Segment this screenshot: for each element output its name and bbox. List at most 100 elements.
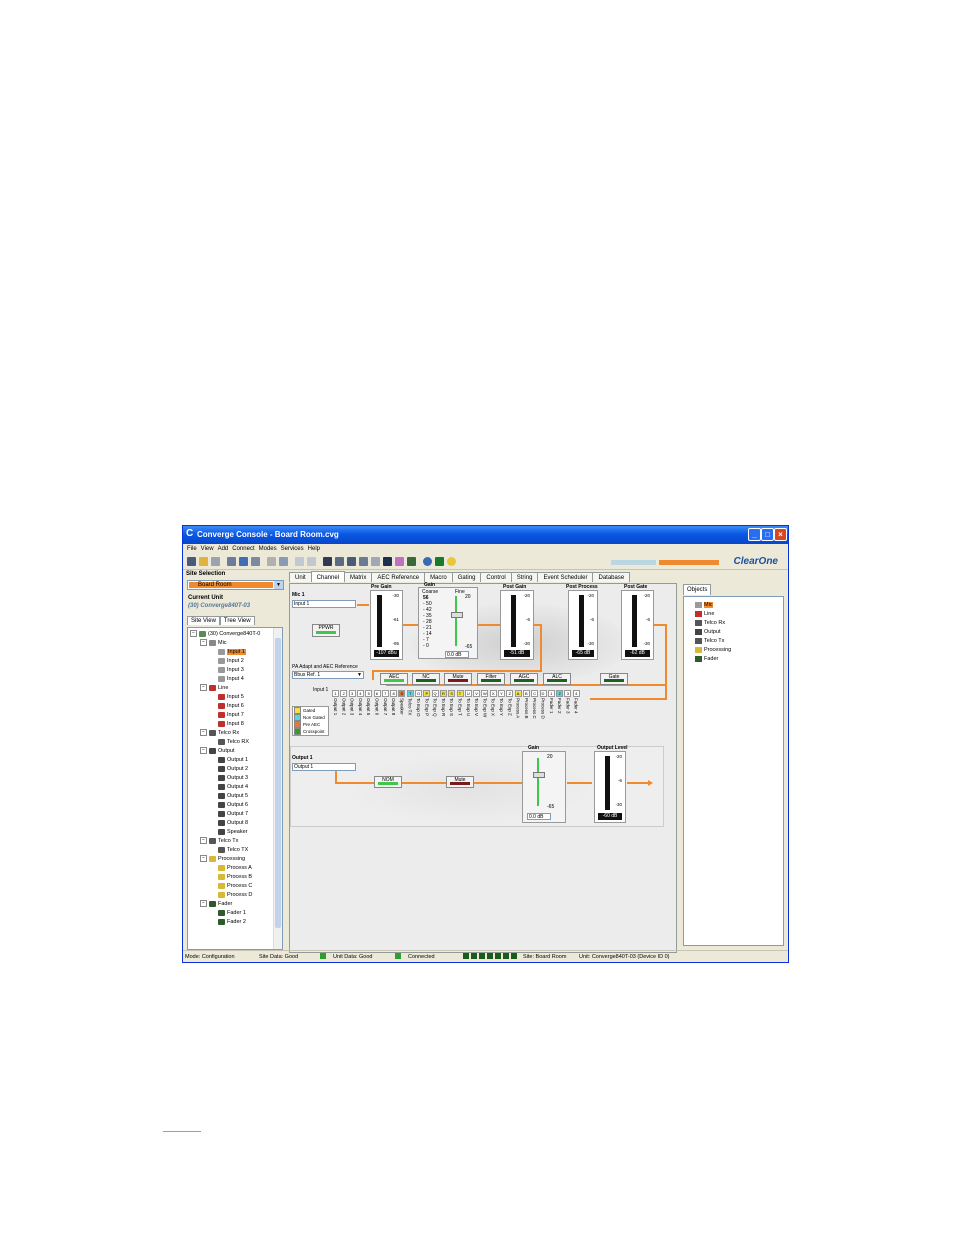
- menu-add[interactable]: Add: [218, 546, 229, 552]
- close-button[interactable]: ×: [774, 528, 787, 541]
- matrix-crosspoint[interactable]: R: [439, 690, 447, 697]
- matrix-crosspoint[interactable]: P: [423, 690, 431, 697]
- object-processing[interactable]: Processing: [695, 646, 731, 654]
- print-icon[interactable]: [359, 557, 368, 566]
- tree-item-process-a[interactable]: Process A: [218, 864, 252, 872]
- object-line[interactable]: Line: [695, 610, 714, 618]
- matrix-crosspoint[interactable]: S: [398, 690, 406, 697]
- tree-node-telco-tx[interactable]: − Telco Tx: [200, 837, 238, 845]
- tree-item-output-2[interactable]: Output 2: [218, 765, 248, 773]
- tree-item-output-5[interactable]: Output 5: [218, 792, 248, 800]
- matrix-crosspoint[interactable]: Y: [498, 690, 505, 697]
- matrix-crosspoint[interactable]: 4: [572, 690, 580, 697]
- output-gain-value-field[interactable]: 0.0 dB: [527, 813, 551, 820]
- help-icon[interactable]: [447, 557, 456, 566]
- gate-button[interactable]: Gate: [600, 673, 628, 685]
- object-fader[interactable]: Fader: [695, 655, 718, 663]
- agc-button[interactable]: AGC: [510, 673, 538, 685]
- monitor-icon[interactable]: [383, 557, 392, 566]
- layout-alt-icon[interactable]: [307, 557, 316, 566]
- tab-unit[interactable]: Unit: [289, 572, 312, 582]
- settings-icon[interactable]: [267, 557, 276, 566]
- aec-button[interactable]: AEC: [380, 673, 408, 685]
- output-gain-slider-handle[interactable]: [533, 772, 545, 778]
- matrix-crosspoint[interactable]: S: [448, 690, 456, 697]
- tree-item-output-6[interactable]: Output 6: [218, 801, 248, 809]
- tree-item-telco-rx[interactable]: Telco RX: [218, 738, 249, 746]
- tab-aec-reference[interactable]: AEC Reference: [371, 572, 426, 582]
- matrix-crosspoint[interactable]: C: [531, 690, 539, 697]
- tab-gating[interactable]: Gating: [451, 572, 482, 582]
- matrix-crosspoint[interactable]: W: [481, 690, 489, 697]
- tree-item-speaker[interactable]: Speaker: [218, 828, 248, 836]
- alc-button[interactable]: ALC: [543, 673, 571, 685]
- matrix-crosspoint[interactable]: T: [456, 690, 464, 697]
- tree-node-fader[interactable]: − Fader: [200, 900, 232, 908]
- save-icon[interactable]: [211, 557, 220, 566]
- tree-item-output-7[interactable]: Output 7: [218, 810, 248, 818]
- mute-button[interactable]: Mute: [444, 673, 472, 685]
- scroll-thumb[interactable]: [275, 638, 281, 928]
- tree-item-output-8[interactable]: Output 8: [218, 819, 248, 827]
- matrix-crosspoint[interactable]: 7: [381, 690, 389, 697]
- matrix-crosspoint[interactable]: X: [489, 690, 497, 697]
- tree-item-process-b[interactable]: Process B: [218, 873, 252, 881]
- mic-name-field[interactable]: Input 1: [292, 600, 356, 608]
- tree-item-input-2[interactable]: Input 2: [218, 657, 244, 665]
- matrix-crosspoint[interactable]: T: [406, 690, 414, 697]
- tree-node-telco-rx[interactable]: − Telco Rx: [200, 729, 239, 737]
- layout-icon[interactable]: [295, 557, 304, 566]
- matrix-crosspoint[interactable]: D: [539, 690, 547, 697]
- tree-item-input-4[interactable]: Input 4: [218, 675, 244, 683]
- tab-channel[interactable]: Channel: [310, 571, 346, 582]
- chevron-down-icon[interactable]: ▼: [357, 672, 362, 679]
- screen-icon[interactable]: [407, 557, 416, 566]
- tab-control[interactable]: Control: [480, 572, 512, 582]
- menu-modes[interactable]: Modes: [259, 546, 277, 552]
- minimize-button[interactable]: _: [748, 528, 761, 541]
- tree-node-mic[interactable]: − Mic: [200, 639, 227, 647]
- tree-node-output[interactable]: − Output: [200, 747, 235, 755]
- tree-item-output-4[interactable]: Output 4: [218, 783, 248, 791]
- chevron-down-icon[interactable]: ▼: [274, 581, 283, 589]
- tree-node-root[interactable]: − (30) Converge840T-0: [190, 630, 260, 638]
- matrix-crosspoint[interactable]: 1: [332, 690, 339, 697]
- connect-icon[interactable]: [239, 557, 248, 566]
- menu-connect[interactable]: Connect: [232, 546, 254, 552]
- tree-item-telco-tx[interactable]: Telco TX: [218, 846, 248, 854]
- matrix-crosspoint[interactable]: 4: [356, 690, 364, 697]
- menu-help[interactable]: Help: [308, 546, 320, 552]
- matrix-crosspoint[interactable]: B: [522, 690, 530, 697]
- fine-slider-handle[interactable]: [451, 612, 463, 618]
- tree-item-output-1[interactable]: Output 1: [218, 756, 248, 764]
- tree-item-process-c[interactable]: Process C: [218, 882, 252, 890]
- grid-icon[interactable]: [187, 557, 196, 566]
- filter-button[interactable]: Filter: [477, 673, 505, 685]
- meter-icon[interactable]: [323, 557, 332, 566]
- tree-item-fader-1[interactable]: Fader 1: [218, 909, 246, 917]
- tree-item-input-1[interactable]: Input 1: [218, 648, 246, 656]
- gain-value-field[interactable]: 0.0 dB: [445, 651, 469, 658]
- matrix-crosspoint[interactable]: 2: [340, 690, 348, 697]
- output-name-field[interactable]: Output 1: [292, 763, 356, 771]
- network-icon[interactable]: [227, 557, 236, 566]
- matrix-crosspoint[interactable]: 1: [547, 690, 555, 697]
- matrix-crosspoint[interactable]: 2: [556, 690, 564, 697]
- matrix-crosspoint[interactable]: 5: [365, 690, 373, 697]
- tree-scrollbar[interactable]: [273, 628, 282, 949]
- tab-site-view[interactable]: Site View: [187, 616, 220, 625]
- page-icon[interactable]: [371, 557, 380, 566]
- refresh-icon[interactable]: [251, 557, 260, 566]
- tree-item-input-7[interactable]: Input 7: [218, 711, 244, 719]
- tab-database[interactable]: Database: [592, 572, 631, 582]
- tree-item-input-8[interactable]: Input 8: [218, 720, 244, 728]
- matrix-crosspoint[interactable]: U: [464, 690, 472, 697]
- object-output[interactable]: Output: [695, 628, 721, 636]
- book-icon[interactable]: [335, 557, 344, 566]
- menu-view[interactable]: View: [201, 546, 214, 552]
- maximize-button[interactable]: □: [761, 528, 774, 541]
- site-selection-dropdown[interactable]: Board Room ▼: [187, 580, 284, 590]
- matrix-crosspoint[interactable]: A: [514, 690, 522, 697]
- tree-node-line[interactable]: − Line: [200, 684, 228, 692]
- open-folder-icon[interactable]: [199, 557, 208, 566]
